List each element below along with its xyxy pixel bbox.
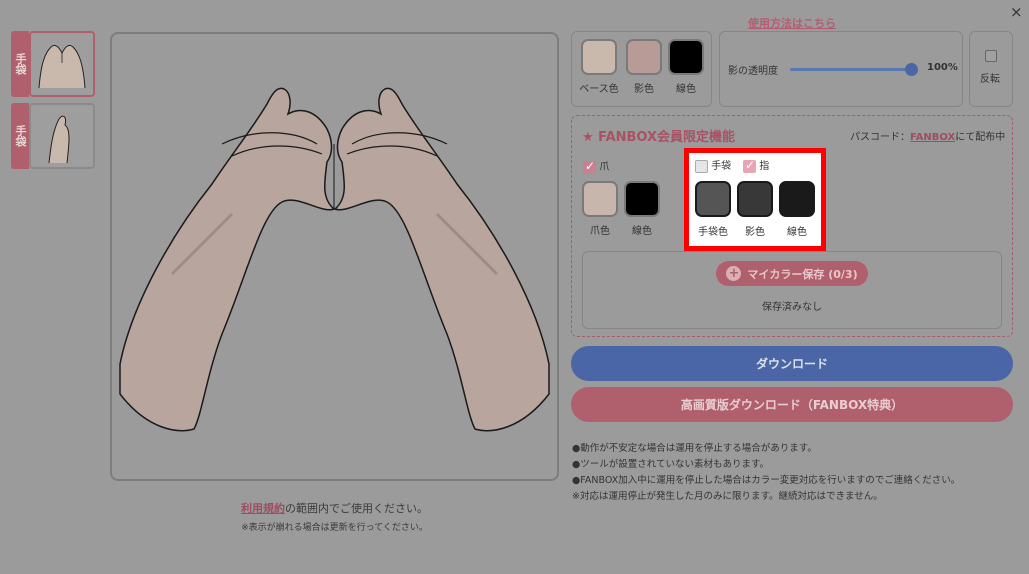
flip-label: 反転 [980, 74, 1000, 85]
thumbnail-image[interactable] [29, 103, 95, 169]
terms-text: の範囲内でご使用ください。 [285, 502, 428, 515]
preview-canvas [110, 32, 559, 481]
thumbnail-item-2[interactable]: 手袋 [11, 103, 95, 169]
swatch-box[interactable] [737, 181, 773, 217]
saved-status: 保存済みなし [762, 302, 822, 313]
note-item: ●FANBOX加入中に運用を停止した場合はカラー変更対応を行いますのでご連絡くだ… [572, 475, 961, 486]
glove-color-label: 手袋色 [698, 227, 728, 238]
base-color-swatch[interactable] [581, 39, 617, 75]
flip-checkbox[interactable] [985, 50, 997, 62]
glove-toggle[interactable]: 手袋 [695, 157, 731, 173]
glove-color-swatch[interactable] [695, 181, 731, 217]
glove-shadow-color-label: 影色 [745, 227, 765, 238]
slider-handle[interactable] [905, 63, 918, 76]
nail-line-color-label: 線色 [632, 226, 652, 237]
nail-label: 爪 [599, 162, 610, 173]
swatch-box[interactable] [668, 39, 704, 75]
mycolor-save-label: マイカラー保存 (0/3) [747, 267, 858, 281]
swatch-box[interactable] [624, 181, 660, 217]
thumbnail-item-1[interactable]: 手袋 [11, 31, 95, 97]
finger-checkbox[interactable] [743, 158, 756, 173]
shadow-color-swatch[interactable] [626, 39, 662, 75]
terms-line: 利用規約の範囲内でご使用ください。 [110, 500, 559, 516]
close-icon[interactable]: × [1010, 3, 1023, 21]
shadow-color-label: 影色 [634, 84, 654, 95]
fanbox-link[interactable]: FANBOX [910, 132, 955, 143]
swatch-box[interactable] [626, 39, 662, 75]
glove-line-color-label: 線色 [787, 227, 807, 238]
swatch-box[interactable] [695, 181, 731, 217]
finger-label: 指 [759, 161, 770, 172]
note-item: ●動作が不安定な場合は運用を停止する場合があります。 [572, 443, 817, 454]
shadow-opacity-label: 影の透明度 [728, 66, 778, 77]
thumbnail-image[interactable] [29, 31, 95, 97]
passcode-line: パスコード：FANBOXにて配布中 [850, 128, 1005, 143]
note-item: ●ツールが設置されていない素材もあります。 [572, 459, 770, 470]
download-button[interactable]: ダウンロード [571, 346, 1013, 381]
passcode-suffix: にて配布中 [955, 132, 1006, 143]
fanbox-title: ★ FANBOX会員限定機能 [582, 130, 736, 145]
line-color-label: 線色 [676, 84, 696, 95]
swatch-box[interactable] [779, 181, 815, 217]
thumbnail-tag: 手袋 [11, 31, 29, 97]
swatch-box[interactable] [582, 181, 618, 217]
shadow-opacity-slider[interactable] [790, 68, 912, 71]
shadow-opacity-value: 100% [927, 62, 958, 73]
refresh-note: ※表示が崩れる場合は更新を行ってください。 [241, 523, 428, 533]
heart-hands-illustration [119, 87, 550, 432]
nail-line-color-swatch[interactable] [624, 181, 660, 217]
glove-line-color-swatch[interactable] [779, 181, 815, 217]
mycolor-save-button[interactable]: + マイカラー保存 (0/3) [716, 261, 868, 286]
glove-checkbox[interactable] [695, 159, 708, 173]
nail-color-swatch[interactable] [582, 181, 618, 217]
swatch-box[interactable] [581, 39, 617, 75]
terms-link[interactable]: 利用規約 [241, 502, 285, 515]
thumbnail-tag: 手袋 [11, 103, 29, 169]
glove-label: 手袋 [711, 161, 732, 172]
passcode-prefix: パスコード： [850, 132, 910, 143]
hq-download-button[interactable]: 高画質版ダウンロード（FANBOX特典） [571, 387, 1013, 422]
notes-list: ●動作が不安定な場合は運用を停止する場合があります。 ●ツールが設置されていない… [572, 441, 960, 505]
nail-color-label: 爪色 [590, 226, 610, 237]
glove-shadow-color-swatch[interactable] [737, 181, 773, 217]
howto-link[interactable]: 使用方法はこちら [748, 15, 836, 31]
note-item: ※対応は運用停止が発生した月のみに限ります。継続対応はできません。 [572, 491, 883, 502]
line-color-swatch[interactable] [668, 39, 704, 75]
base-color-label: ベース色 [579, 84, 619, 95]
finger-toggle[interactable]: 指 [743, 157, 769, 173]
plus-icon: + [726, 266, 742, 281]
nail-checkbox[interactable] [583, 159, 596, 174]
flip-button[interactable] [969, 31, 1013, 107]
nail-toggle[interactable]: 爪 [583, 158, 609, 174]
